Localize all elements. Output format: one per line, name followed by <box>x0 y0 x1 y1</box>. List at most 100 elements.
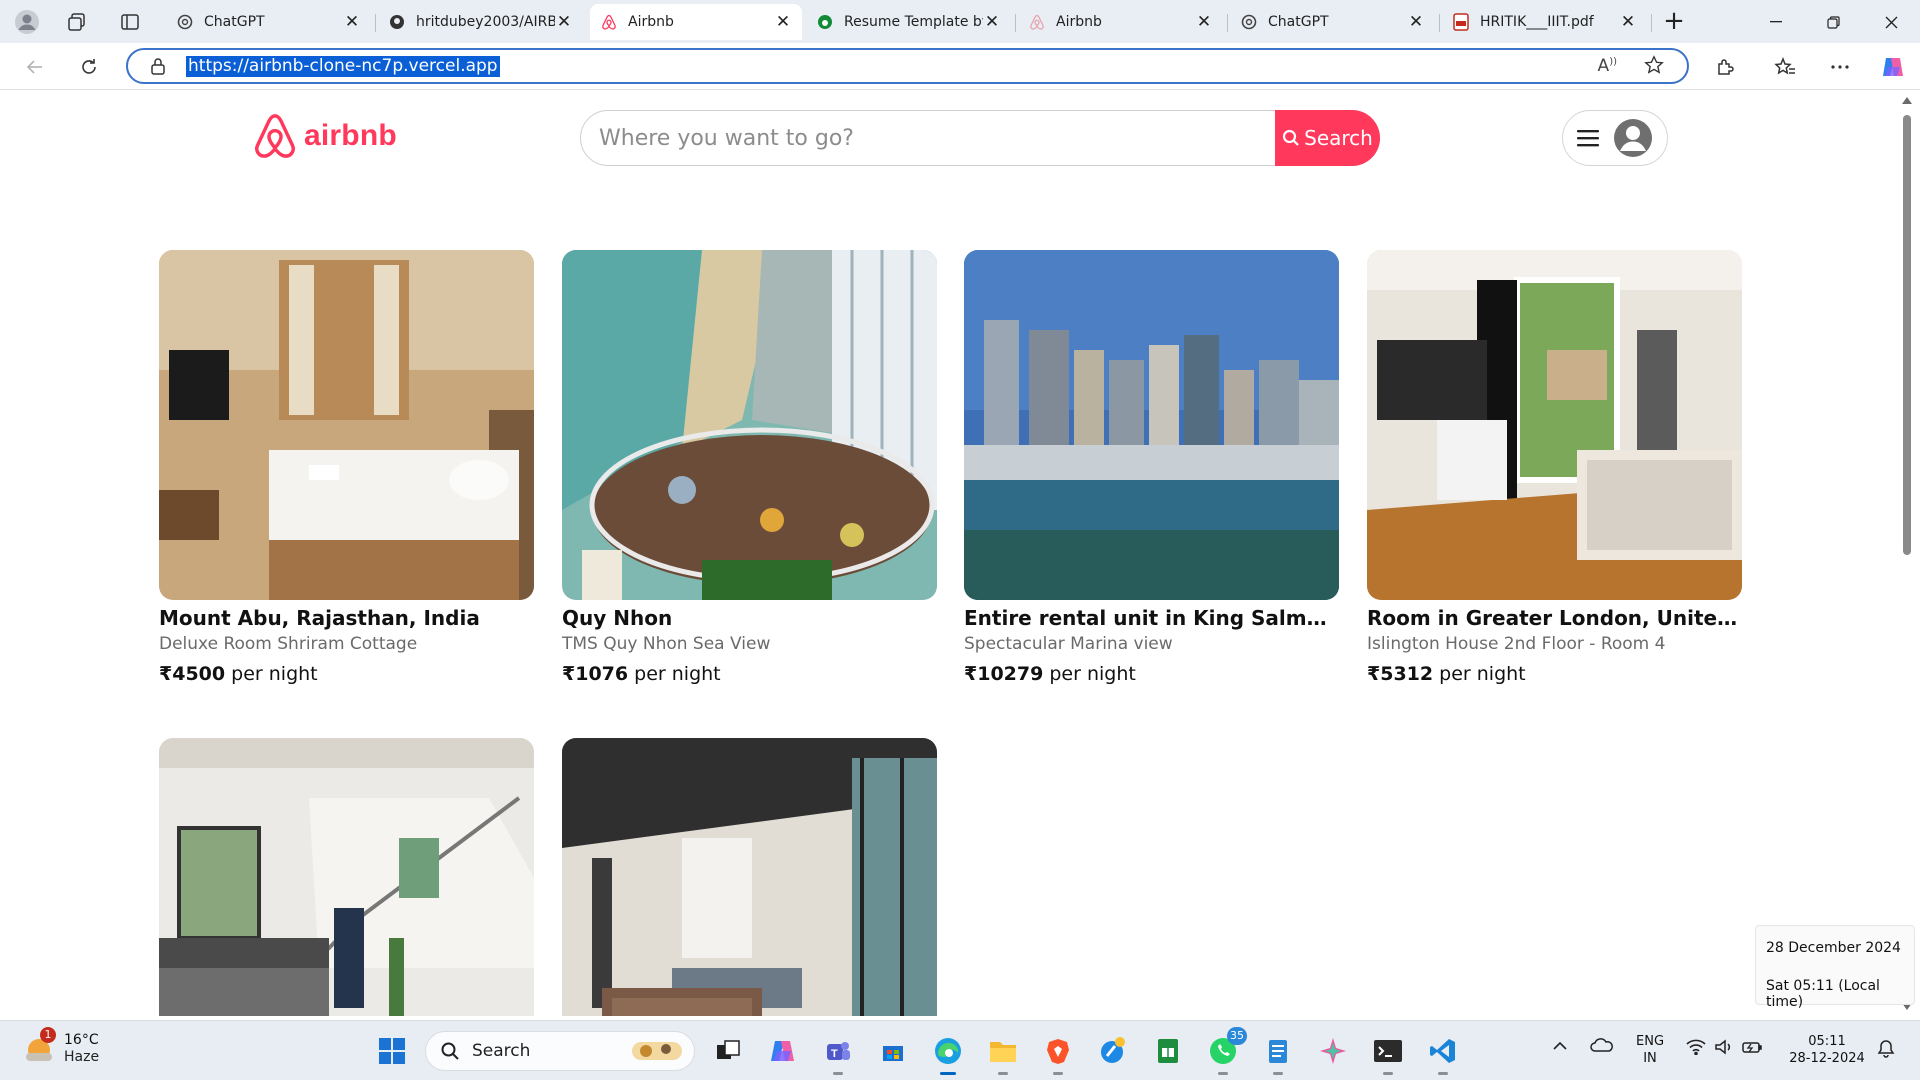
living-room-photo[interactable] <box>562 738 937 1016</box>
close-tab-icon[interactable]: ✕ <box>1195 12 1213 32</box>
listing-card[interactable]: Mount Abu, Rajasthan, India Deluxe Room … <box>159 250 534 686</box>
system-clock[interactable]: 05:11 28-12-2024 <box>1786 1033 1868 1067</box>
tab-chatgpt-1[interactable]: ChatGPT ✕ <box>166 4 371 40</box>
bedroom-photo[interactable] <box>159 250 534 600</box>
new-tab-button[interactable]: + <box>1660 8 1688 36</box>
copilot-app-icon[interactable] <box>763 1031 803 1071</box>
listing-card[interactable]: Room in Greater London, United Kingdom I… <box>1367 250 1742 686</box>
tab-title: ChatGPT <box>1268 14 1329 30</box>
start-button[interactable] <box>372 1031 412 1071</box>
tab-actions-icon[interactable] <box>117 9 143 35</box>
avatar-icon <box>1614 119 1652 157</box>
restore-icon[interactable] <box>1810 7 1856 37</box>
airbnb-icon <box>1028 13 1046 31</box>
close-tab-icon[interactable]: ✕ <box>1619 12 1637 32</box>
extensions-icon[interactable] <box>1710 52 1740 82</box>
search-input[interactable] <box>599 119 1279 157</box>
close-tab-icon[interactable]: ✕ <box>983 12 1001 32</box>
marina-skyline-photo[interactable] <box>964 250 1339 600</box>
weather-widget[interactable]: 1 16°C Haze <box>22 1027 99 1067</box>
running-indicator <box>1383 1072 1393 1075</box>
price-unit: per night <box>1439 663 1526 685</box>
tooltip-date: 28 December 2024 <box>1766 940 1901 956</box>
close-tab-icon[interactable]: ✕ <box>555 12 573 32</box>
url-text[interactable]: https://airbnb-clone-nc7p.vercel.app <box>186 56 500 77</box>
vscode-icon[interactable] <box>1423 1031 1463 1075</box>
airbnb-logo-icon <box>255 114 295 158</box>
listing-subtitle: Islington House 2nd Floor - Room 4 <box>1367 634 1666 654</box>
tab-airbnb-2[interactable]: Airbnb ✕ <box>1018 4 1223 40</box>
minimize-icon[interactable] <box>1753 7 1799 37</box>
store-icon[interactable] <box>873 1031 913 1071</box>
chatgpt-icon <box>176 13 194 31</box>
clock-time: 05:11 <box>1808 1034 1846 1049</box>
favorites-icon[interactable] <box>1770 52 1800 82</box>
listing-card[interactable] <box>159 738 534 1016</box>
weather-sun-icon: 1 <box>22 1027 58 1067</box>
close-tab-icon[interactable]: ✕ <box>774 12 792 32</box>
airbnb-icon <box>600 13 618 31</box>
reload-icon[interactable] <box>74 52 104 82</box>
region-code: IN <box>1643 1051 1657 1066</box>
wifi-icon[interactable] <box>1686 1039 1706 1060</box>
tab-pdf[interactable]: HRITIK___IIIT.pdf ✕ <box>1442 4 1647 40</box>
page-scrollbar[interactable] <box>1898 91 1916 1016</box>
listing-price: ₹4500 per night <box>159 662 534 686</box>
terminal-icon[interactable] <box>1368 1031 1408 1075</box>
close-tab-icon[interactable]: ✕ <box>1407 12 1425 32</box>
profile-icon[interactable] <box>12 9 42 35</box>
sticky-app-icon[interactable] <box>1093 1031 1133 1071</box>
user-menu-button[interactable] <box>1562 110 1668 166</box>
airbnb-logo[interactable]: airbnb <box>252 111 397 161</box>
tab-title: hritdubey2003/AIRB <box>416 14 555 30</box>
close-tab-icon[interactable]: ✕ <box>343 12 361 32</box>
search-button-label: Search <box>1304 126 1373 150</box>
listing-title: Quy Nhon <box>562 606 673 630</box>
task-view-icon[interactable] <box>708 1031 748 1071</box>
workspaces-icon[interactable] <box>64 9 90 35</box>
listing-card[interactable] <box>562 738 937 1016</box>
edge-icon[interactable] <box>928 1031 968 1075</box>
listing-subtitle: Deluxe Room Shriram Cottage <box>159 634 418 654</box>
onedrive-icon[interactable] <box>1590 1037 1614 1058</box>
read-aloud-icon[interactable]: A)) <box>1598 56 1617 76</box>
file-explorer-icon[interactable] <box>983 1031 1023 1075</box>
battery-icon[interactable] <box>1742 1039 1764 1060</box>
taskbar-search[interactable]: Search <box>425 1031 695 1071</box>
search-highlight-icon <box>632 1042 682 1060</box>
back-icon[interactable] <box>20 52 50 82</box>
address-bar[interactable]: https://airbnb-clone-nc7p.vercel.app A)) <box>126 48 1689 84</box>
london-room-photo[interactable] <box>1367 250 1742 600</box>
notepad-icon[interactable] <box>1258 1031 1298 1075</box>
volume-icon[interactable] <box>1714 1039 1734 1060</box>
tab-chatgpt-2[interactable]: ChatGPT ✕ <box>1230 4 1435 40</box>
notifications-icon[interactable] <box>1876 1038 1896 1063</box>
weather-badge: 1 <box>40 1027 56 1043</box>
copilot-icon[interactable] <box>1878 52 1908 82</box>
teams-icon[interactable]: T <box>818 1031 858 1075</box>
running-indicator <box>940 1072 956 1075</box>
listing-card[interactable]: Quy Nhon TMS Quy Nhon Sea View ₹1076 per… <box>562 250 937 686</box>
weather-temp: 16°C <box>64 1032 99 1048</box>
favorite-star-icon[interactable] <box>1643 54 1665 80</box>
staircase-kitchen-photo[interactable] <box>159 738 534 1016</box>
more-options-icon[interactable] <box>1825 52 1855 82</box>
search-bar: Search <box>580 110 1380 166</box>
scroll-up-icon[interactable] <box>1902 97 1912 104</box>
close-window-icon[interactable] <box>1868 7 1914 37</box>
whatsapp-icon[interactable]: 35 <box>1203 1027 1247 1075</box>
running-indicator <box>1053 1072 1063 1075</box>
tab-resume-template[interactable]: Resume Template by ✕ <box>806 4 1011 40</box>
tab-github[interactable]: hritdubey2003/AIRB ✕ <box>378 4 583 40</box>
chevron-up-icon[interactable] <box>1552 1039 1568 1056</box>
sheets-icon[interactable] <box>1148 1031 1188 1071</box>
search-button[interactable]: Search <box>1275 110 1380 166</box>
scrollbar-thumb[interactable] <box>1903 115 1911 555</box>
gemini-app-icon[interactable] <box>1313 1031 1353 1071</box>
tab-airbnb-active[interactable]: Airbnb ✕ <box>590 4 802 40</box>
listing-card[interactable]: Entire rental unit in King Salman Bin Ab… <box>964 250 1339 686</box>
lock-icon[interactable] <box>150 57 166 79</box>
brave-icon[interactable] <box>1038 1031 1078 1075</box>
language-indicator[interactable]: ENG IN <box>1636 1033 1664 1067</box>
sea-view-terrace-photo[interactable] <box>562 250 937 600</box>
